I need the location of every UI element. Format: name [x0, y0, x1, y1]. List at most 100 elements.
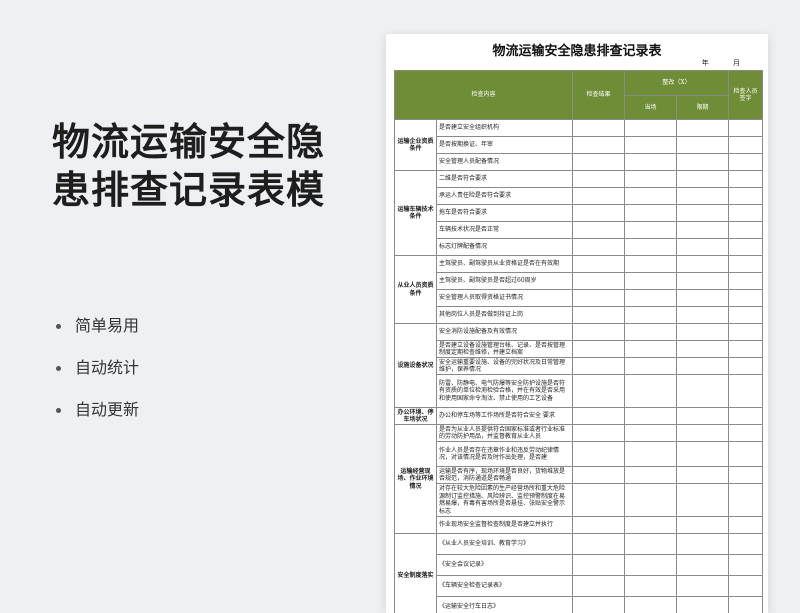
input-cell[interactable] — [676, 323, 730, 341]
input-cell[interactable] — [572, 516, 626, 534]
input-cell[interactable] — [728, 187, 764, 205]
input-cell[interactable] — [728, 204, 764, 222]
input-cell[interactable] — [572, 255, 626, 273]
input-cell[interactable] — [728, 255, 764, 273]
input-cell[interactable] — [624, 424, 678, 442]
input-cell[interactable] — [676, 238, 730, 256]
input-cell[interactable] — [572, 187, 626, 205]
input-cell[interactable] — [624, 170, 678, 188]
input-cell[interactable] — [572, 136, 626, 154]
input-cell[interactable] — [728, 575, 764, 597]
input-cell[interactable] — [728, 136, 764, 154]
input-cell[interactable] — [728, 272, 764, 290]
input-cell[interactable] — [624, 136, 678, 154]
input-cell[interactable] — [728, 238, 764, 256]
input-cell[interactable] — [728, 119, 764, 137]
input-cell[interactable] — [676, 575, 730, 597]
input-cell[interactable] — [572, 441, 626, 467]
input-cell[interactable] — [728, 153, 764, 171]
input-cell[interactable] — [624, 554, 678, 576]
input-cell[interactable] — [624, 533, 678, 555]
input-cell[interactable] — [676, 357, 730, 375]
input-cell[interactable] — [572, 119, 626, 137]
input-cell[interactable] — [572, 466, 626, 484]
input-cell[interactable] — [572, 204, 626, 222]
input-cell[interactable] — [572, 575, 626, 597]
input-cell[interactable] — [572, 533, 626, 555]
input-cell[interactable] — [676, 441, 730, 467]
input-cell[interactable] — [676, 306, 730, 324]
input-cell[interactable] — [624, 204, 678, 222]
input-cell[interactable] — [676, 187, 730, 205]
input-cell[interactable] — [624, 255, 678, 273]
input-cell[interactable] — [676, 289, 730, 307]
input-cell[interactable] — [572, 374, 626, 408]
input-cell[interactable] — [624, 238, 678, 256]
input-cell[interactable] — [624, 153, 678, 171]
input-cell[interactable] — [572, 272, 626, 290]
input-cell[interactable] — [572, 483, 626, 517]
input-cell[interactable] — [624, 119, 678, 137]
input-cell[interactable] — [624, 575, 678, 597]
input-cell[interactable] — [728, 441, 764, 467]
input-cell[interactable] — [624, 596, 678, 613]
input-cell[interactable] — [728, 596, 764, 613]
input-cell[interactable] — [572, 170, 626, 188]
input-cell[interactable] — [728, 554, 764, 576]
input-cell[interactable] — [728, 323, 764, 341]
input-cell[interactable] — [676, 483, 730, 517]
input-cell[interactable] — [624, 516, 678, 534]
input-cell[interactable] — [572, 554, 626, 576]
input-cell[interactable] — [676, 272, 730, 290]
input-cell[interactable] — [676, 153, 730, 171]
input-cell[interactable] — [624, 272, 678, 290]
input-cell[interactable] — [676, 221, 730, 239]
input-cell[interactable] — [572, 306, 626, 324]
input-cell[interactable] — [676, 374, 730, 408]
input-cell[interactable] — [728, 306, 764, 324]
input-cell[interactable] — [676, 340, 730, 358]
input-cell[interactable] — [676, 119, 730, 137]
input-cell[interactable] — [572, 238, 626, 256]
input-cell[interactable] — [728, 516, 764, 534]
input-cell[interactable] — [624, 466, 678, 484]
input-cell[interactable] — [572, 340, 626, 358]
input-cell[interactable] — [728, 170, 764, 188]
input-cell[interactable] — [728, 374, 764, 408]
input-cell[interactable] — [624, 221, 678, 239]
input-cell[interactable] — [624, 306, 678, 324]
input-cell[interactable] — [728, 483, 764, 517]
input-cell[interactable] — [572, 221, 626, 239]
input-cell[interactable] — [676, 596, 730, 613]
input-cell[interactable] — [676, 407, 730, 425]
input-cell[interactable] — [676, 533, 730, 555]
input-cell[interactable] — [572, 289, 626, 307]
input-cell[interactable] — [676, 554, 730, 576]
input-cell[interactable] — [728, 533, 764, 555]
input-cell[interactable] — [572, 424, 626, 442]
input-cell[interactable] — [728, 357, 764, 375]
input-cell[interactable] — [572, 596, 626, 613]
input-cell[interactable] — [676, 170, 730, 188]
input-cell[interactable] — [624, 374, 678, 408]
input-cell[interactable] — [728, 340, 764, 358]
input-cell[interactable] — [624, 323, 678, 341]
input-cell[interactable] — [572, 407, 626, 425]
input-cell[interactable] — [728, 407, 764, 425]
input-cell[interactable] — [624, 357, 678, 375]
input-cell[interactable] — [676, 255, 730, 273]
input-cell[interactable] — [624, 407, 678, 425]
input-cell[interactable] — [728, 424, 764, 442]
input-cell[interactable] — [728, 289, 764, 307]
input-cell[interactable] — [676, 204, 730, 222]
input-cell[interactable] — [728, 466, 764, 484]
input-cell[interactable] — [624, 289, 678, 307]
input-cell[interactable] — [572, 153, 626, 171]
input-cell[interactable] — [624, 441, 678, 467]
input-cell[interactable] — [728, 221, 764, 239]
input-cell[interactable] — [624, 483, 678, 517]
input-cell[interactable] — [676, 466, 730, 484]
input-cell[interactable] — [572, 357, 626, 375]
input-cell[interactable] — [624, 187, 678, 205]
input-cell[interactable] — [676, 136, 730, 154]
